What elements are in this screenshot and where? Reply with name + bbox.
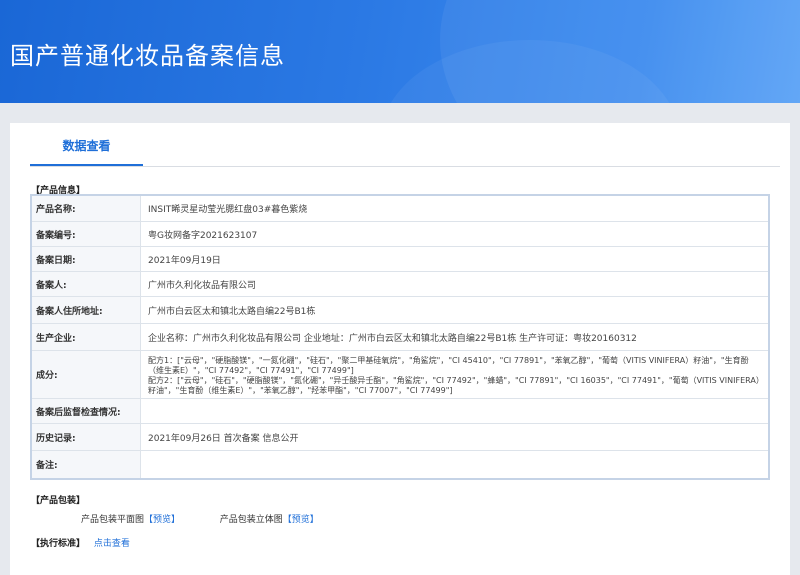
standard-row: 【执行标准】 点击查看	[31, 536, 130, 549]
row-value: INSIT晞灵星动莹光腮红盘03#暮色紫烧	[148, 205, 308, 215]
row-label: 备案编号:	[32, 222, 141, 246]
packaging-solid-preview-link[interactable]: 【预览】	[283, 515, 319, 525]
row-label: 成分:	[32, 351, 141, 398]
header-banner: 国产普通化妆品备案信息	[0, 0, 800, 103]
table-row: 成分: 配方1：["云母"，"硬脂酸镁"，"一氮化硼"，"硅石"，"聚二甲基硅氧…	[32, 351, 768, 399]
page-title: 国产普通化妆品备案信息	[10, 42, 285, 70]
table-row: 备注:	[32, 451, 768, 478]
ingredients-value: 配方1：["云母"，"硬脂酸镁"，"一氮化硼"，"硅石"，"聚二甲基硅氧烷"，"…	[148, 356, 760, 395]
tab-data-view[interactable]: 数据查看	[30, 123, 143, 166]
row-label: 备案后监督检查情况:	[32, 399, 141, 423]
table-row: 历史记录: 2021年09月26日 首次备案 信息公开	[32, 424, 768, 451]
product-info-table: 产品名称: INSIT晞灵星动莹光腮红盘03#暮色紫烧 备案编号: 粤G妆网备字…	[30, 194, 770, 480]
row-label: 备案人住所地址:	[32, 297, 141, 323]
row-label: 备注:	[32, 451, 141, 478]
packaging-solid-label: 产品包装立体图	[219, 515, 283, 525]
table-row: 生产企业: 企业名称：广州市久利化妆品有限公司 企业地址：广州市白云区太和镇北太…	[32, 324, 768, 351]
packaging-flat-preview-link[interactable]: 【预览】	[144, 515, 180, 525]
packaging-heading: 【产品包装】	[31, 496, 86, 506]
row-value: 企业名称：广州市久利化妆品有限公司 企业地址：广州市白云区太和镇北太路自编22号…	[148, 333, 637, 344]
packaging-flat-label: 产品包装平面图	[81, 515, 145, 525]
tab-bar: 数据查看	[30, 123, 780, 167]
row-label: 备案人:	[32, 272, 141, 296]
standard-view-link[interactable]: 点击查看	[94, 539, 130, 549]
packaging-links: 产品包装平面图【预览】 产品包装立体图【预览】	[81, 512, 319, 525]
table-row: 产品名称: INSIT晞灵星动莹光腮红盘03#暮色紫烧	[32, 196, 768, 222]
table-row: 备案人住所地址: 广州市白云区太和镇北太路自编22号B1栋	[32, 297, 768, 324]
row-label: 产品名称:	[32, 196, 141, 221]
row-label: 历史记录:	[32, 424, 141, 450]
table-row: 备案日期: 2021年09月19日	[32, 247, 768, 272]
row-value: 2021年09月26日 首次备案 信息公开	[148, 433, 299, 444]
row-value: 2021年09月19日	[148, 255, 221, 266]
row-value: 粤G妆网备字2021623107	[148, 230, 258, 241]
row-value	[148, 451, 760, 478]
table-row: 备案编号: 粤G妆网备字2021623107	[32, 222, 768, 247]
row-value	[148, 399, 760, 423]
standard-heading: 【执行标准】	[31, 539, 86, 549]
content-panel: 数据查看 【产品信息】 产品名称: INSIT晞灵星动莹光腮红盘03#暮色紫烧 …	[10, 123, 790, 575]
table-row: 备案人: 广州市久利化妆品有限公司	[32, 272, 768, 297]
row-label: 备案日期:	[32, 247, 141, 271]
row-label: 生产企业:	[32, 324, 141, 350]
row-value: 广州市白云区太和镇北太路自编22号B1栋	[148, 306, 316, 317]
table-row: 备案后监督检查情况:	[32, 399, 768, 424]
row-value: 广州市久利化妆品有限公司	[148, 280, 257, 291]
